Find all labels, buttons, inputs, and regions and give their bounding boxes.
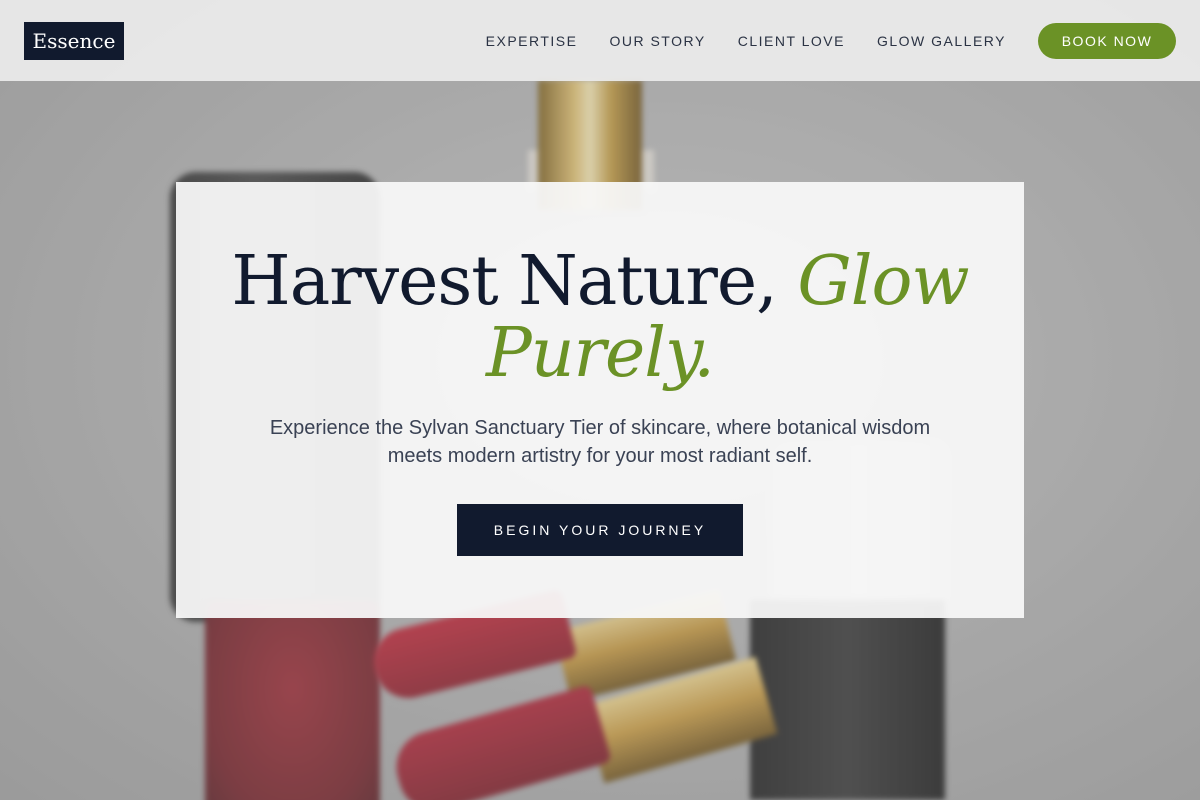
- hero-subtext: Experience the Sylvan Sanctuary Tier of …: [269, 417, 931, 467]
- nav-link-expertise[interactable]: EXPERTISE: [486, 33, 578, 49]
- hero-card: Harvest Nature, Glow Purely. Experience …: [176, 182, 1024, 618]
- main-nav: EXPERTISE OUR STORY CLIENT LOVE GLOW GAL…: [486, 22, 1176, 59]
- headline-main: Harvest Nature,: [231, 242, 798, 321]
- hero-headline: Harvest Nature, Glow Purely.: [176, 246, 1024, 390]
- nav-link-our-story[interactable]: OUR STORY: [609, 33, 705, 49]
- nav-link-client-love[interactable]: CLIENT LOVE: [738, 33, 845, 49]
- nav-link-glow-gallery[interactable]: GLOW GALLERY: [877, 33, 1006, 49]
- begin-journey-button[interactable]: BEGIN YOUR JOURNEY: [457, 504, 743, 556]
- brand-logo[interactable]: Essence: [24, 21, 124, 60]
- site-header: Essence EXPERTISE OUR STORY CLIENT LOVE …: [0, 0, 1200, 81]
- book-now-button[interactable]: BOOK NOW: [1038, 22, 1176, 59]
